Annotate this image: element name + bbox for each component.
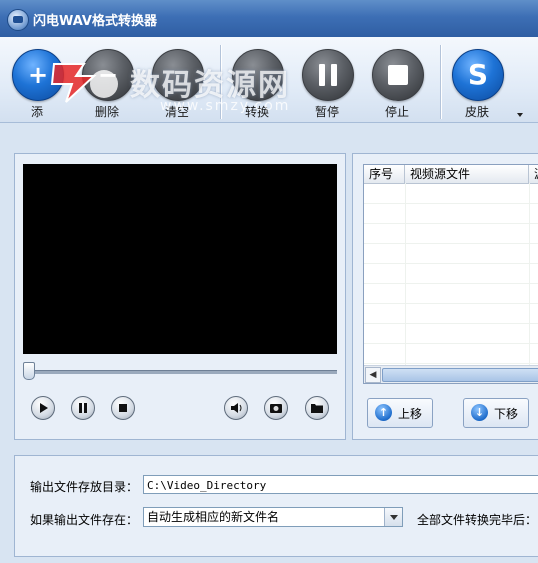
output-settings-panel: 输出文件存放目录： C:\Video_Directory 如果输出文件存在： 自… (14, 455, 538, 557)
title-bar: 闪电WAV格式转换器 (0, 0, 538, 37)
pause-icon (302, 49, 354, 101)
window-title: 闪电WAV格式转换器 (33, 14, 157, 29)
file-list-grid[interactable]: 序号 视频源文件 源 ◀ (363, 164, 538, 384)
file-exists-select[interactable]: 自动生成相应的新文件名 (143, 507, 403, 527)
pause-label: 暂停 (314, 105, 339, 119)
move-up-button[interactable]: ↑ 上移 (367, 398, 433, 428)
app-icon[interactable] (7, 9, 29, 31)
video-screen (23, 164, 337, 354)
output-dir-label: 输出文件存放目录： (30, 480, 139, 494)
camera-icon (270, 404, 282, 413)
table-row (364, 223, 538, 244)
output-dir-input[interactable]: C:\Video_Directory (143, 475, 538, 494)
skin-icon: S (452, 49, 504, 101)
table-row (364, 203, 538, 224)
seek-slider-track[interactable] (25, 370, 337, 374)
open-folder-button[interactable] (305, 396, 329, 420)
skin-dropdown-arrow-icon[interactable] (517, 113, 523, 117)
player-pause-button[interactable] (71, 396, 95, 420)
folder-icon (311, 404, 323, 413)
column-header-source-file[interactable]: 视频源文件 (405, 165, 529, 183)
stop-icon (372, 49, 424, 101)
chevron-down-icon[interactable] (384, 508, 402, 526)
watermark-logo-icon (50, 63, 118, 103)
after-convert-label: 全部文件转换完毕后： (417, 513, 538, 527)
skin-label: 皮肤 (464, 105, 489, 119)
pause-button[interactable]: 暂停 (298, 49, 356, 119)
table-row (364, 263, 538, 284)
stop-label: 停止 (384, 105, 409, 119)
file-exists-selected: 自动生成相应的新文件名 (147, 510, 280, 524)
arrow-down-icon: ↓ (471, 404, 488, 421)
snapshot-button[interactable] (264, 396, 288, 420)
speaker-icon (231, 403, 242, 413)
stop-button[interactable]: 停止 (368, 49, 426, 119)
table-row (364, 343, 538, 364)
play-icon (40, 403, 48, 413)
play-button[interactable] (31, 396, 55, 420)
toolbar-separator (440, 45, 442, 119)
file-list-panel: 序号 视频源文件 源 ◀ ↑ 上移 ↓ 下移 (352, 153, 538, 440)
move-down-label: 下移 (494, 407, 519, 421)
seek-slider-thumb[interactable] (23, 362, 35, 380)
watermark-url: www.smzy.com (160, 98, 291, 114)
table-row (364, 183, 538, 204)
move-up-label: 上移 (398, 407, 423, 421)
pause-icon (79, 403, 87, 413)
column-header-source[interactable]: 源 (529, 165, 538, 183)
table-row (364, 243, 538, 264)
scrollbar-thumb[interactable] (382, 368, 538, 382)
stop-icon (119, 404, 127, 412)
table-row (364, 283, 538, 304)
video-preview-panel (14, 153, 346, 440)
column-header-index[interactable]: 序号 (364, 165, 405, 183)
volume-button[interactable] (224, 396, 248, 420)
file-list-header: 序号 视频源文件 源 (364, 165, 538, 184)
skin-button[interactable]: S 皮肤 (448, 49, 506, 119)
arrow-up-icon: ↑ (375, 404, 392, 421)
table-row (364, 303, 538, 324)
player-stop-button[interactable] (111, 396, 135, 420)
move-down-button[interactable]: ↓ 下移 (463, 398, 529, 428)
scroll-left-icon[interactable]: ◀ (365, 367, 381, 383)
file-exists-label: 如果输出文件存在： (30, 513, 139, 527)
horizontal-scrollbar[interactable]: ◀ (364, 365, 538, 383)
table-row (364, 323, 538, 344)
